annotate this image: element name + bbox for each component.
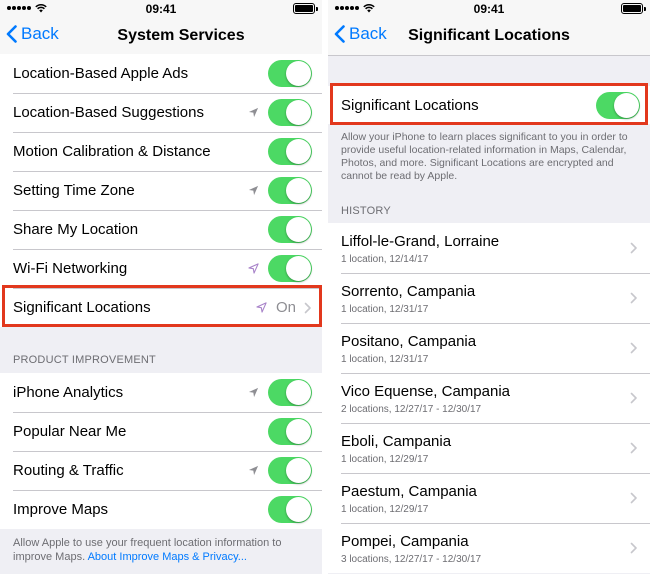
significant-locations-screen: 09:41 Back Significant Locations Signifi… <box>328 0 650 574</box>
wifi-networking-toggle[interactable] <box>268 255 312 282</box>
history-meta: 1 location, 12/31/17 <box>341 354 429 365</box>
history-meta: 1 location, 12/31/17 <box>341 304 429 315</box>
history-place: Positano, Campania <box>341 333 477 350</box>
chevron-right-icon <box>630 542 637 554</box>
iphone-analytics-toggle[interactable] <box>268 379 312 406</box>
history-place: Vico Equense, Campania <box>341 383 510 400</box>
history-meta: 1 location, 12/14/17 <box>341 254 429 265</box>
section-header: HISTORY <box>341 205 391 217</box>
history-item[interactable]: Eboli, Campania 1 location, 12/29/17 <box>328 423 650 473</box>
battery-icon <box>293 3 318 14</box>
list-item: Improve Maps <box>0 490 322 529</box>
chevron-right-icon <box>630 292 637 304</box>
apple-ads-toggle[interactable] <box>268 60 312 87</box>
location-arrow-icon <box>248 387 260 399</box>
list-item: Setting Time Zone <box>0 171 322 210</box>
status-time: 09:41 <box>473 2 505 16</box>
history-item[interactable]: Vico Equense, Campania 2 locations, 12/2… <box>328 373 650 423</box>
list-item: Popular Near Me <box>0 412 322 451</box>
chevron-right-icon <box>630 492 637 504</box>
item-label: Improve Maps <box>13 501 109 518</box>
chevron-right-icon <box>630 342 637 354</box>
chevron-right-icon <box>630 242 637 254</box>
navigation-bar: Back System Services <box>0 18 322 56</box>
history-meta: 3 locations, 12/27/17 - 12/30/17 <box>341 554 482 565</box>
history-item[interactable]: Positano, Campania 1 location, 12/31/17 <box>328 323 650 373</box>
highlight-box <box>2 285 322 327</box>
history-place: Liffol-le-Grand, Lorraine <box>341 233 500 250</box>
list-item: Location-Based Suggestions <box>0 93 322 132</box>
history-list: Liffol-le-Grand, Lorraine 1 location, 12… <box>328 223 650 573</box>
item-label: Popular Near Me <box>13 423 127 440</box>
item-label: Share My Location <box>13 221 139 238</box>
navigation-bar: Back Significant Locations <box>328 18 650 56</box>
popular-near-me-toggle[interactable] <box>268 418 312 445</box>
list-item: Wi-Fi Networking <box>0 249 322 288</box>
history-meta: 2 locations, 12/27/17 - 12/30/17 <box>341 404 482 415</box>
page-title: System Services <box>117 27 245 44</box>
share-location-toggle[interactable] <box>268 216 312 243</box>
status-time: 09:41 <box>145 2 177 16</box>
location-arrow-icon <box>248 107 260 119</box>
item-label: Location-Based Suggestions <box>13 104 204 121</box>
routing-traffic-toggle[interactable] <box>268 457 312 484</box>
improve-maps-toggle[interactable] <box>268 496 312 523</box>
highlight-box <box>330 83 648 125</box>
list-item: Motion Calibration & Distance <box>0 132 322 171</box>
item-label: Setting Time Zone <box>13 182 135 199</box>
item-label: Motion Calibration & Distance <box>13 143 211 160</box>
history-place: Sorrento, Campania <box>341 283 476 300</box>
list-item: Routing & Traffic <box>0 451 322 490</box>
chevron-right-icon <box>630 392 637 404</box>
history-place: Eboli, Campania <box>341 433 452 450</box>
battery-icon <box>621 3 646 14</box>
list-item: Location-Based Apple Ads <box>0 54 322 93</box>
time-zone-toggle[interactable] <box>268 177 312 204</box>
history-item[interactable]: Liffol-le-Grand, Lorraine 1 location, 12… <box>328 223 650 273</box>
status-bar: 09:41 <box>0 0 322 18</box>
description-text: Allow your iPhone to learn places signif… <box>341 131 628 182</box>
item-label: Wi-Fi Networking <box>13 260 128 277</box>
chevron-right-icon <box>630 442 637 454</box>
location-arrow-icon <box>248 185 260 197</box>
item-label: Routing & Traffic <box>13 462 124 479</box>
footer-note: Allow Apple to use your frequent locatio… <box>13 536 312 564</box>
chevron-left-icon <box>6 25 17 43</box>
motion-calibration-toggle[interactable] <box>268 138 312 165</box>
list-item: Share My Location <box>0 210 322 249</box>
history-meta: 1 location, 12/29/17 <box>341 504 429 515</box>
status-bar: 09:41 <box>328 0 650 18</box>
list-item: iPhone Analytics <box>0 373 322 412</box>
history-place: Paestum, Campania <box>341 483 477 500</box>
history-item[interactable]: Sorrento, Campania 1 location, 12/31/17 <box>328 273 650 323</box>
product-improvement-list: iPhone Analytics Popular Near Me Routing… <box>0 373 322 529</box>
location-arrow-outline-icon <box>248 263 260 275</box>
page-title: Significant Locations <box>408 27 570 44</box>
history-meta: 1 location, 12/29/17 <box>341 454 429 465</box>
system-services-screen: 09:41 Back System Services Location-Base… <box>0 0 322 574</box>
improve-maps-privacy-link[interactable]: About Improve Maps & Privacy... <box>88 551 247 563</box>
item-label: iPhone Analytics <box>13 384 124 401</box>
location-suggestions-toggle[interactable] <box>268 99 312 126</box>
section-header: PRODUCT IMPROVEMENT <box>13 354 156 366</box>
location-arrow-icon <box>248 465 260 477</box>
item-label: Location-Based Apple Ads <box>13 65 189 82</box>
history-place: Pompei, Campania <box>341 533 469 550</box>
history-item[interactable]: Pompei, Campania 3 locations, 12/27/17 -… <box>328 523 650 573</box>
history-item[interactable]: Paestum, Campania 1 location, 12/29/17 <box>328 473 650 523</box>
